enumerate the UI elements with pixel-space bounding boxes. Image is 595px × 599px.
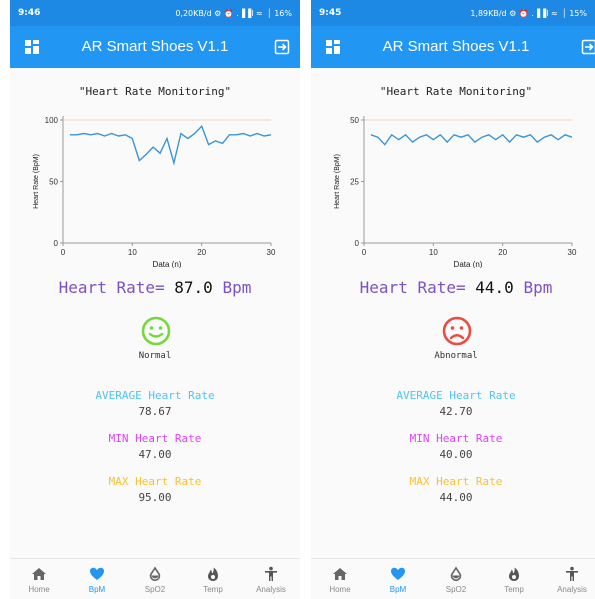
person-icon <box>265 566 277 581</box>
nav-home[interactable]: Home <box>10 559 68 599</box>
max-value: 44.00 <box>439 491 473 504</box>
nav-label: Temp <box>203 585 223 594</box>
nav-temp[interactable]: Temp <box>485 559 543 599</box>
app-bar: AR Smart Shoes V1.1 <box>311 26 595 68</box>
home-icon <box>32 568 46 580</box>
chart-title: "Heart Rate Monitoring" <box>78 85 232 98</box>
condition-label: Abnormal <box>434 351 478 361</box>
nav-label: Analysis <box>256 585 286 594</box>
bpm-content: "Heart Rate Monitoring" 0 50 100 0 10 20 30 Dat… <box>10 68 300 559</box>
y-tick-label: 50 <box>350 116 359 125</box>
condition-label: Normal <box>138 351 172 361</box>
heart-icon <box>391 567 405 580</box>
nav-label: BpM <box>389 585 407 594</box>
screenshot-stage: 9:46 0,20KB/d ⚙ ⏰ .▐▐l ≈ │ 16% AR Smart … <box>0 0 595 599</box>
person-icon <box>566 566 578 581</box>
bottom-navigation: Home BpM SpO2 Temp Analysis <box>311 558 595 599</box>
y-tick-label: 25 <box>350 178 359 187</box>
heart-rate-readout: Heart Rate= 44.0 Bpm <box>311 278 595 297</box>
home-icon <box>333 568 347 580</box>
status-time: 9:46 <box>18 8 41 18</box>
nav-label: SpO2 <box>445 585 467 594</box>
status-indicators: 1,89KB/d ⚙ ⏰ .▐▐l ≈ │ 15% <box>470 8 587 18</box>
logout-icon[interactable] <box>581 39 595 55</box>
phone-screen-abnormal: 9:45 1,89KB/d ⚙ ⏰ .▐▐l ≈ │ 15% AR Smart … <box>311 0 595 599</box>
status-indicators: 0,20KB/d ⚙ ⏰ .▐▐l ≈ │ 16% <box>175 8 292 18</box>
app-title: AR Smart Shoes V1.1 <box>382 38 530 55</box>
nav-label: Home <box>329 585 351 594</box>
flame-icon <box>509 567 519 581</box>
average-value: 42.70 <box>439 405 473 418</box>
status-bar: 9:45 1,89KB/d ⚙ ⏰ .▐▐l ≈ │ 15% <box>311 0 595 26</box>
heart-rate-readout: Heart Rate= 87.0 Bpm <box>10 278 300 297</box>
drop-icon <box>149 566 161 581</box>
y-tick-label: 0 <box>355 239 360 248</box>
nav-spo2[interactable]: SpO2 <box>126 559 184 599</box>
nav-label: Analysis <box>557 585 587 594</box>
min-label: MIN Heart Rate <box>409 432 503 445</box>
nav-bpm[interactable]: BpM <box>369 559 427 599</box>
app-title: AR Smart Shoes V1.1 <box>81 38 229 55</box>
heart-rate-label: Heart Rate= <box>359 278 466 297</box>
heart-rate-unit: Bpm <box>222 278 252 297</box>
drop-icon <box>450 566 462 581</box>
heart-rate-series-line <box>370 133 573 146</box>
x-tick-label: 20 <box>498 248 507 257</box>
status-time: 9:45 <box>319 8 342 18</box>
logout-icon[interactable] <box>274 39 290 55</box>
sad-face-icon <box>442 316 472 346</box>
max-value: 95.00 <box>138 491 172 504</box>
heart-rate-value: 44.0 <box>475 278 514 297</box>
y-tick-label: 0 <box>54 239 59 248</box>
nav-analysis[interactable]: Analysis <box>242 559 300 599</box>
y-axis-label: Heart Rate (BpM) <box>334 154 341 209</box>
x-axis-label: Data (n) <box>153 260 182 268</box>
x-tick-label: 10 <box>429 248 438 257</box>
nav-label: Home <box>28 585 50 594</box>
nav-label: SpO2 <box>144 585 166 594</box>
min-value: 40.00 <box>439 448 473 461</box>
phone-screen-normal: 9:46 0,20KB/d ⚙ ⏰ .▐▐l ≈ │ 16% AR Smart … <box>10 0 300 599</box>
x-tick-label: 30 <box>267 248 276 257</box>
heart-rate-chart: 0 50 100 0 10 20 30 Data (n) Heart Rate (BpM) <box>33 116 276 268</box>
nav-analysis[interactable]: Analysis <box>543 559 595 599</box>
heart-rate-unit: Bpm <box>523 278 553 297</box>
nav-temp[interactable]: Temp <box>184 559 242 599</box>
heart-rate-value: 87.0 <box>174 278 213 297</box>
heart-rate-series-line <box>69 124 272 166</box>
heart-rate-chart: 0 25 50 0 10 20 30 Data (n) Heart Rate (BpM) <box>334 116 577 268</box>
status-bar: 9:46 0,20KB/d ⚙ ⏰ .▐▐l ≈ │ 16% <box>10 0 300 26</box>
x-tick-label: 0 <box>362 248 367 257</box>
nav-label: BpM <box>88 585 106 594</box>
average-label: AVERAGE Heart Rate <box>95 389 215 402</box>
x-axis-label: Data (n) <box>454 260 483 268</box>
app-bar: AR Smart Shoes V1.1 <box>10 26 300 68</box>
nav-spo2[interactable]: SpO2 <box>427 559 485 599</box>
flame-icon <box>208 567 218 581</box>
heart-icon <box>90 567 104 580</box>
nav-label: Temp <box>504 585 524 594</box>
nav-home[interactable]: Home <box>311 559 369 599</box>
min-value: 47.00 <box>138 448 172 461</box>
x-tick-label: 10 <box>128 248 137 257</box>
max-label: MAX Heart Rate <box>108 475 202 488</box>
average-label: AVERAGE Heart Rate <box>396 389 516 402</box>
nav-bpm[interactable]: BpM <box>68 559 126 599</box>
x-tick-label: 20 <box>197 248 206 257</box>
x-tick-label: 0 <box>61 248 66 257</box>
y-tick-label: 100 <box>45 116 59 125</box>
max-label: MAX Heart Rate <box>409 475 503 488</box>
heart-rate-label: Heart Rate= <box>58 278 165 297</box>
min-label: MIN Heart Rate <box>108 432 202 445</box>
y-axis-label: Heart Rate (BpM) <box>33 154 40 209</box>
bpm-content: "Heart Rate Monitoring" 0 25 50 0 10 20 30 Data… <box>311 68 595 559</box>
x-tick-label: 30 <box>568 248 577 257</box>
chart-title: "Heart Rate Monitoring" <box>379 85 533 98</box>
bottom-navigation: Home BpM SpO2 Temp Analysis <box>10 558 300 599</box>
y-tick-label: 50 <box>49 178 58 187</box>
average-value: 78.67 <box>138 405 172 418</box>
smile-face-icon <box>141 316 171 346</box>
